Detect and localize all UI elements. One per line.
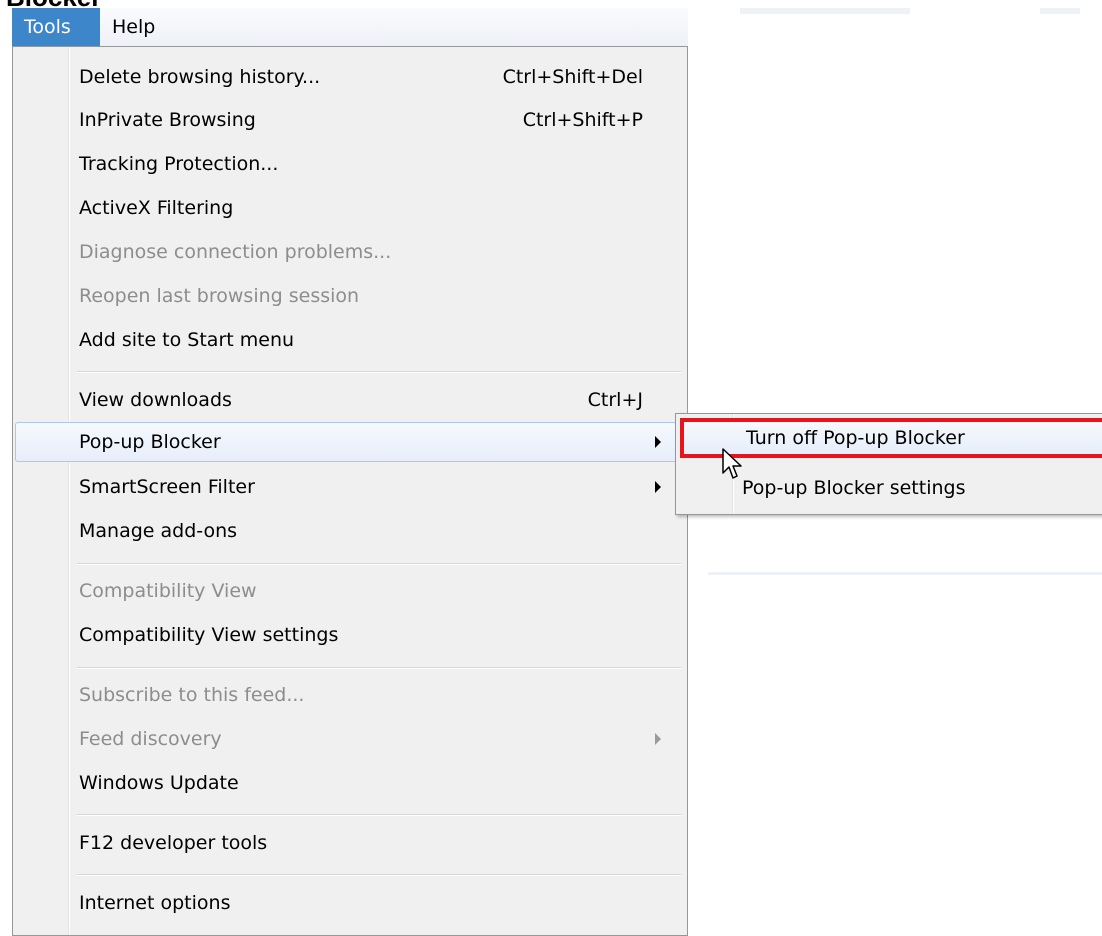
tools-dropdown-menu: Delete browsing history... Ctrl+Shift+De… [12, 46, 688, 936]
menu-bar: Tools Help [12, 8, 688, 47]
background-hint [740, 8, 910, 14]
menu-item-diagnose-connection: Diagnose connection problems... [15, 232, 685, 272]
menu-item-shortcut: Ctrl+Shift+Del [502, 66, 643, 88]
menu-separator [77, 371, 681, 373]
menu-item-label: Pop-up Blocker [79, 431, 221, 453]
menu-item-subscribe-to-feed: Subscribe to this feed... [15, 675, 685, 715]
menu-item-compatibility-view-settings[interactable]: Compatibility View settings [15, 615, 685, 655]
submenu-arrow-icon [655, 733, 661, 745]
menu-item-manage-add-ons[interactable]: Manage add-ons [15, 511, 685, 551]
background-hint [708, 572, 1102, 575]
menu-item-label: Compatibility View settings [79, 624, 339, 646]
menu-item-shortcut: Ctrl+Shift+P [522, 109, 643, 131]
menu-item-feed-discovery: Feed discovery [15, 719, 685, 759]
menu-item-label: View downloads [79, 389, 232, 411]
menu-tools[interactable]: Tools [12, 8, 100, 46]
menu-help[interactable]: Help [100, 8, 170, 46]
menu-separator [77, 667, 681, 669]
menu-item-label: Internet options [79, 892, 231, 914]
submenu-arrow-icon [655, 436, 661, 448]
menu-item-smartscreen-filter[interactable]: SmartScreen Filter [15, 467, 685, 507]
menu-item-compatibility-view: Compatibility View [15, 571, 685, 611]
menu-item-windows-update[interactable]: Windows Update [15, 763, 685, 803]
menu-item-label: InPrivate Browsing [79, 109, 256, 131]
submenu-item-label: Pop-up Blocker settings [742, 477, 966, 499]
background-hint [1040, 8, 1080, 14]
menu-item-label: Subscribe to this feed... [79, 684, 305, 706]
menu-item-view-downloads[interactable]: View downloads Ctrl+J [15, 380, 685, 420]
menu-separator [77, 874, 681, 876]
menu-item-label: Compatibility View [79, 580, 257, 602]
menu-item-delete-browsing-history[interactable]: Delete browsing history... Ctrl+Shift+De… [15, 57, 685, 97]
menu-item-label: Diagnose connection problems... [79, 241, 392, 263]
menu-item-f12-developer-tools[interactable]: F12 developer tools [15, 823, 685, 863]
menu-item-label: F12 developer tools [79, 832, 268, 854]
menu-item-inprivate-browsing[interactable]: InPrivate Browsing Ctrl+Shift+P [15, 100, 685, 140]
menu-item-internet-options[interactable]: Internet options [15, 883, 685, 923]
mouse-cursor-icon [722, 448, 742, 479]
menu-item-reopen-last-session: Reopen last browsing session [15, 276, 685, 316]
menu-item-label: Add site to Start menu [79, 329, 295, 351]
menu-item-label: Tracking Protection... [79, 153, 279, 175]
menu-item-label: SmartScreen Filter [79, 476, 255, 498]
submenu-item-label: Turn off Pop-up Blocker [746, 427, 965, 449]
menu-item-label: Windows Update [79, 772, 239, 794]
submenu-arrow-icon [655, 481, 661, 493]
menu-item-add-site-to-start-menu[interactable]: Add site to Start menu [15, 320, 685, 360]
menu-item-tracking-protection[interactable]: Tracking Protection... [15, 144, 685, 184]
menu-item-label: Delete browsing history... [79, 66, 321, 88]
menu-item-label: Feed discovery [79, 728, 222, 750]
menu-separator [77, 563, 681, 565]
menu-item-label: Manage add-ons [79, 520, 238, 542]
menu-item-label: Reopen last browsing session [79, 285, 360, 307]
menu-item-activex-filtering[interactable]: ActiveX Filtering [15, 188, 685, 228]
menu-item-shortcut: Ctrl+J [587, 389, 643, 411]
menu-separator [77, 814, 681, 816]
menu-item-popup-blocker[interactable]: Pop-up Blocker [15, 422, 685, 462]
menu-item-label: ActiveX Filtering [79, 197, 234, 219]
